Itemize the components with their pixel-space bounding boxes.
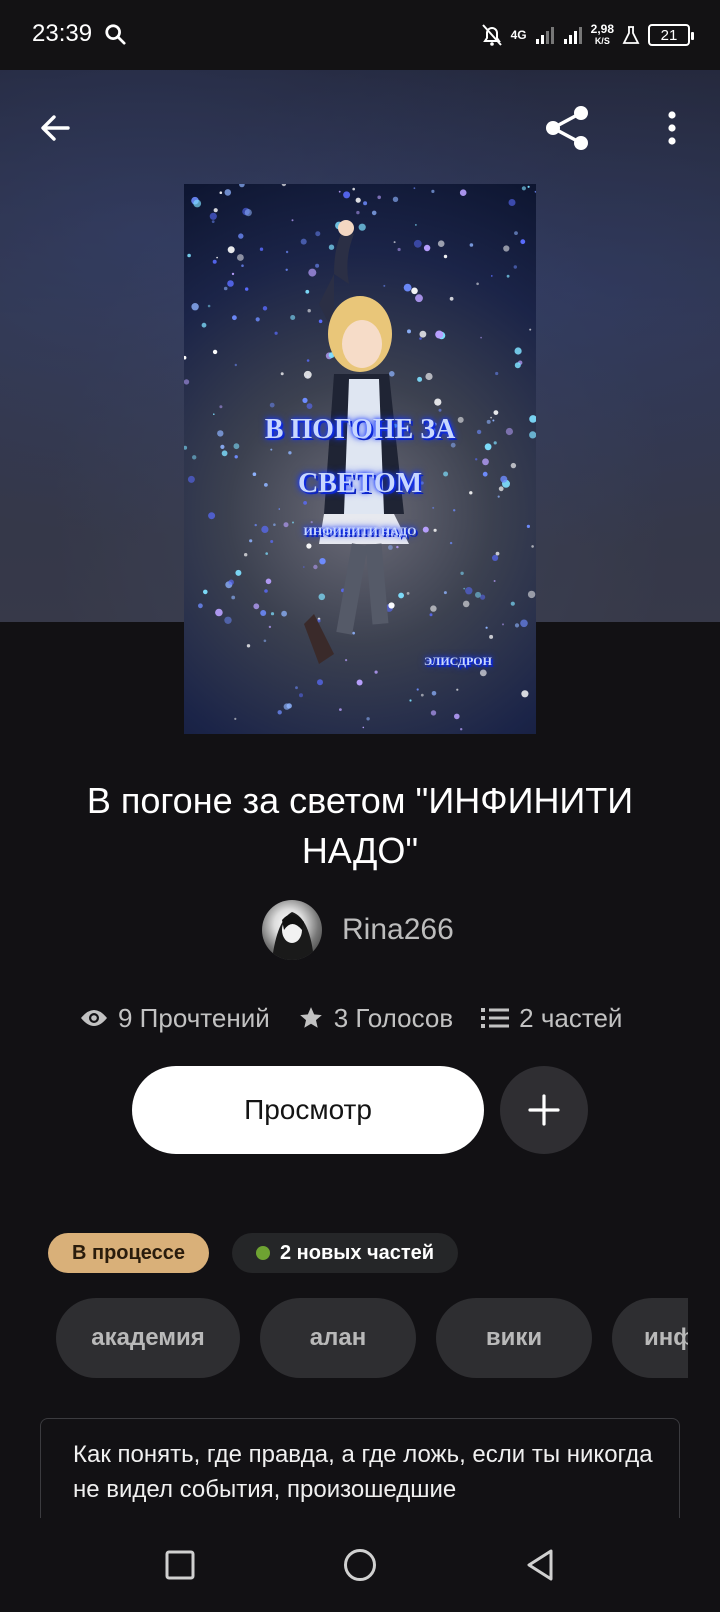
battery-level: 21 [660,26,678,44]
cover-title-line2: СВЕТОМ [297,468,423,499]
parts-count: 2 частей [519,1002,623,1033]
back-nav-button[interactable] [515,1540,565,1590]
square-icon [165,1550,195,1580]
author-name[interactable]: Rina266 [342,913,454,947]
more-button[interactable] [644,100,700,156]
home-button[interactable] [335,1540,385,1590]
battery-icon: 21 [648,24,694,46]
cover-title-line1: В ПОГОНЕ ЗА [264,414,456,445]
status-bar: 23:39 4G 2,98 K/S 21 [0,0,720,70]
tag-chip[interactable]: вики [436,1298,592,1378]
tag-label: инф [644,1324,688,1351]
stat-votes: 3 Голосов [298,1003,453,1034]
arrow-left-icon [41,115,70,141]
tag-chip[interactable]: алан [260,1298,416,1378]
system-nav-bar [0,1518,720,1612]
signal-icon [535,27,554,44]
signal-2-icon [563,27,582,44]
share-icon [546,106,588,150]
avatar-image [272,912,314,960]
story-cover[interactable]: В ПОГОНЕ ЗА СВЕТОМ ИНФИНИТИ НАДО ЭЛИСДРО… [184,184,536,734]
tag-label: вики [485,1324,543,1351]
description-box[interactable]: Как понять, где правда, а где ложь, если… [40,1418,680,1518]
triangle-back-icon [527,1549,553,1581]
cover-author: ЭЛИСДРОН [424,654,492,668]
description-text: Как понять, где правда, а где ложь, если… [73,1441,653,1503]
share-button[interactable] [540,100,596,156]
tag-list: академия алан вики инф [56,1298,688,1378]
notifications-off-icon [481,24,502,46]
status-time: 23:39 [32,20,93,47]
network-speed: 2,98 K/S [591,23,614,47]
view-button[interactable]: Просмотр [132,1066,484,1154]
circle-icon [344,1549,376,1581]
star-icon [299,1007,322,1028]
plus-icon [528,1094,560,1126]
more-vertical-icon [668,111,676,145]
cover-character [304,220,409,664]
story-title: В погоне за светом "ИНФИНИТИ НАДО" [86,780,634,871]
tag-chip[interactable]: инф [612,1298,688,1378]
cover-subtitle: ИНФИНИТИ НАДО [303,524,417,538]
tag-label: академия [91,1324,205,1351]
list-icon [481,1008,510,1028]
network-type: 4G [510,28,527,42]
stat-reads: 9 Прочтений [80,1003,270,1034]
tag-label: алан [309,1324,367,1351]
speed-unit: K/S [594,36,610,46]
eye-icon [81,1010,107,1026]
flask-icon [622,26,640,44]
votes-count: 3 Голосов [333,1002,454,1033]
reads-count: 9 Прочтений [118,1002,270,1033]
stat-parts: 2 частей [481,1003,622,1034]
view-button-label: Просмотр [244,1094,372,1125]
search-icon [105,24,126,45]
status-badge-label: В процессе [72,1241,186,1264]
avatar[interactable] [262,900,322,960]
new-dot-icon [256,1246,270,1260]
new-parts-badge: 2 новых частей [232,1233,459,1273]
tag-chip[interactable]: академия [56,1298,240,1378]
speed-value: 2,98 [590,22,614,36]
author-row[interactable]: Rina266 [262,900,454,960]
new-parts-label: 2 новых частей [280,1241,435,1264]
recents-button[interactable] [155,1540,205,1590]
back-button[interactable] [28,100,84,156]
status-badge: В процессе [48,1233,210,1273]
status-icons: 4G 2,98 K/S 21 [481,20,694,50]
story-stats: 9 Прочтений 3 Голосов 2 частей [80,1000,622,1036]
add-to-library-button[interactable] [500,1066,588,1154]
